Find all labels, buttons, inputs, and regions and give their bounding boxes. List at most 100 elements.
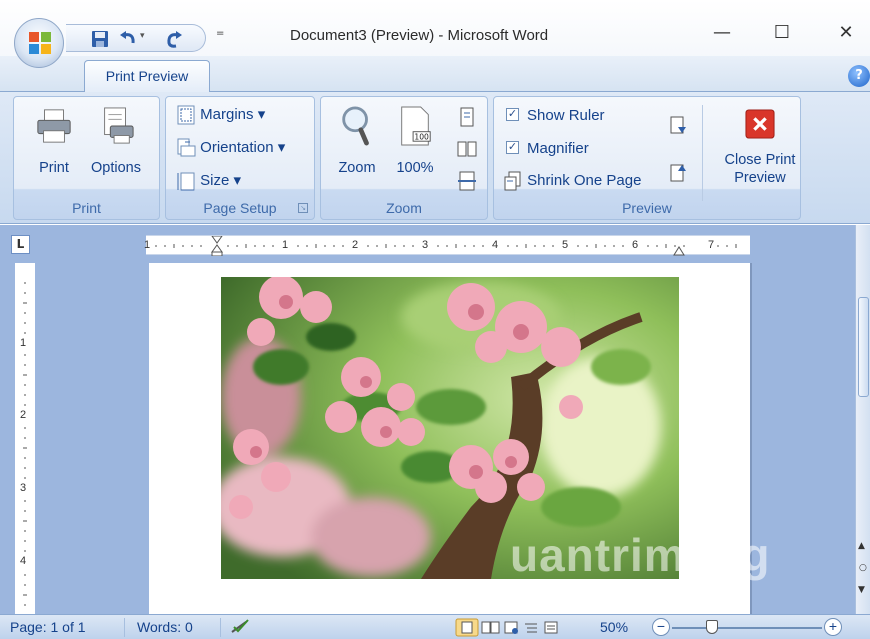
ribbon-tab-row: Print Preview ? <box>0 56 870 93</box>
window-title: Document3 (Preview) - Microsoft Word <box>290 27 549 44</box>
zoom-in-button[interactable]: + <box>824 618 842 636</box>
one-page-icon[interactable] <box>457 107 477 127</box>
ruler-number: 7 <box>708 239 715 251</box>
vertical-ruler[interactable]: 1 2 3 4 <box>15 263 35 614</box>
page-size-icon <box>177 172 195 191</box>
ruler-number: 1 <box>20 337 27 349</box>
left-indent-marker-icon[interactable] <box>210 236 224 256</box>
redo-icon[interactable] <box>164 29 184 49</box>
ruler-number: 4 <box>20 555 27 567</box>
print-layout-view-icon[interactable] <box>455 618 479 637</box>
ruler-number: 3 <box>422 239 429 251</box>
select-browse-object-icon[interactable]: ○ <box>859 563 867 573</box>
shrink-one-page-label: Shrink One Page <box>527 172 642 189</box>
group-label-preview: Preview <box>622 200 672 216</box>
size-button[interactable]: Size ▾ <box>176 169 241 193</box>
ruler-ticks <box>155 244 737 248</box>
quick-access-toolbar: ▾ <box>66 24 206 52</box>
proofing-icon[interactable] <box>230 618 252 636</box>
group-page-setup: Margins ▾ Orientation ▾ Size ▾ ↘ Page Se… <box>165 96 315 220</box>
close-print-preview-button[interactable]: Close Print Preview <box>720 103 800 189</box>
tab-selector[interactable]: L <box>11 235 30 254</box>
magnifier-label: Magnifier <box>527 140 589 157</box>
save-icon[interactable] <box>90 29 110 49</box>
orientation-label: Orientation ▾ <box>200 139 286 156</box>
ruler-number: 5 <box>562 239 569 251</box>
zoom-level[interactable]: 50% <box>600 619 628 635</box>
show-ruler-check-icon[interactable]: ✓ <box>506 107 519 121</box>
previous-page-icon[interactable] <box>668 163 688 183</box>
maximize-button[interactable]: ☐ <box>762 22 802 52</box>
office-button[interactable] <box>14 18 64 68</box>
full-screen-reading-icon[interactable] <box>481 621 500 634</box>
orientation-button[interactable]: Orientation ▾ <box>176 136 285 160</box>
watermark-text: uantrimang <box>510 529 771 581</box>
zoom-slider-track[interactable] <box>672 627 822 629</box>
show-ruler-label: Show Ruler <box>527 107 605 124</box>
group-print: Print Options Print <box>13 96 160 220</box>
zoom-button[interactable]: Zoom <box>329 103 385 189</box>
horizontal-ruler[interactable]: 1 1 2 3 4 5 6 7 <box>144 235 750 256</box>
minimize-button[interactable]: — <box>702 22 742 52</box>
zoom-slider-thumb[interactable] <box>706 620 718 634</box>
draft-view-icon[interactable] <box>544 621 558 634</box>
ruler-number: 6 <box>632 239 639 251</box>
group-preview: ✓ Show Ruler ✓ Magnifier Shrink One Page C… <box>493 96 801 220</box>
shrink-one-page-button[interactable]: Shrink One Page <box>503 169 641 193</box>
tab-print-preview[interactable]: Print Preview <box>84 60 210 93</box>
group-zoom: Zoom 100 100% Zoom <box>320 96 488 220</box>
ruler-number: 2 <box>352 239 359 251</box>
margins-label: Margins ▾ <box>200 106 266 123</box>
vertical-scrollbar[interactable]: ▲ ○ ▼ <box>855 225 870 614</box>
previous-page-arrow-icon[interactable]: ▲ <box>858 541 865 551</box>
status-bar: Page: 1 of 1 Words: 0 50% − + <box>0 614 870 639</box>
margins-button[interactable]: Margins ▾ <box>176 103 265 127</box>
ruler-number: 3 <box>20 482 27 494</box>
preview-divider <box>702 105 703 201</box>
page-count-status[interactable]: Page: 1 of 1 <box>10 619 86 635</box>
two-pages-icon[interactable] <box>457 139 477 159</box>
ruler-number: 1 <box>282 239 289 251</box>
customize-qat-icon[interactable]: = <box>216 28 230 44</box>
shrink-page-icon <box>504 171 521 191</box>
close-window-button[interactable]: ✕ <box>826 22 866 52</box>
magnifier-check-icon[interactable]: ✓ <box>506 140 519 154</box>
margins-icon <box>177 105 195 125</box>
next-page-arrow-icon[interactable]: ▼ <box>858 585 865 595</box>
print-label: Print <box>39 160 69 176</box>
printer-icon <box>37 109 71 143</box>
magnifying-glass-icon <box>342 106 369 146</box>
word-count-status[interactable]: Words: 0 <box>137 619 193 635</box>
print-options-icon <box>104 107 134 144</box>
title-bar: ▾ = Document3 (Preview) - Microsoft Word… <box>0 0 870 62</box>
ribbon: Print Options Print Margins ▾ Orientatio… <box>0 92 870 224</box>
page-width-icon[interactable] <box>457 171 477 191</box>
group-label-print: Print <box>72 200 101 216</box>
next-page-icon[interactable] <box>668 115 688 135</box>
group-label-zoom: Zoom <box>386 200 422 216</box>
undo-icon[interactable] <box>118 29 138 49</box>
options-label: Options <box>91 160 141 176</box>
magnifier-checkbox[interactable]: ✓ Magnifier <box>506 137 589 161</box>
show-ruler-checkbox[interactable]: ✓ Show Ruler <box>506 104 605 128</box>
right-indent-marker-icon[interactable] <box>672 245 686 256</box>
web-layout-icon[interactable] <box>504 621 518 634</box>
print-button[interactable]: Print <box>26 103 82 189</box>
orientation-icon <box>177 138 196 157</box>
undo-dropdown-icon[interactable]: ▾ <box>140 31 145 41</box>
outline-view-icon[interactable] <box>525 623 537 633</box>
ruler-number: 4 <box>492 239 499 251</box>
size-label: Size ▾ <box>200 172 242 189</box>
view-buttons <box>455 618 585 637</box>
zoom-100-label: 100% <box>396 160 434 176</box>
status-divider <box>124 618 125 637</box>
close-print-label: Close Print <box>724 152 796 168</box>
ruler-number: 2 <box>20 409 27 421</box>
options-button[interactable]: Options <box>88 103 144 189</box>
help-icon[interactable]: ? <box>848 65 870 87</box>
page-100-icon-text: 100 <box>414 132 429 141</box>
zoom-out-button[interactable]: − <box>652 618 670 636</box>
zoom-100-button[interactable]: 100 100% <box>387 103 443 189</box>
scroll-thumb[interactable] <box>858 297 869 397</box>
ruler-number: 1 <box>144 239 151 251</box>
